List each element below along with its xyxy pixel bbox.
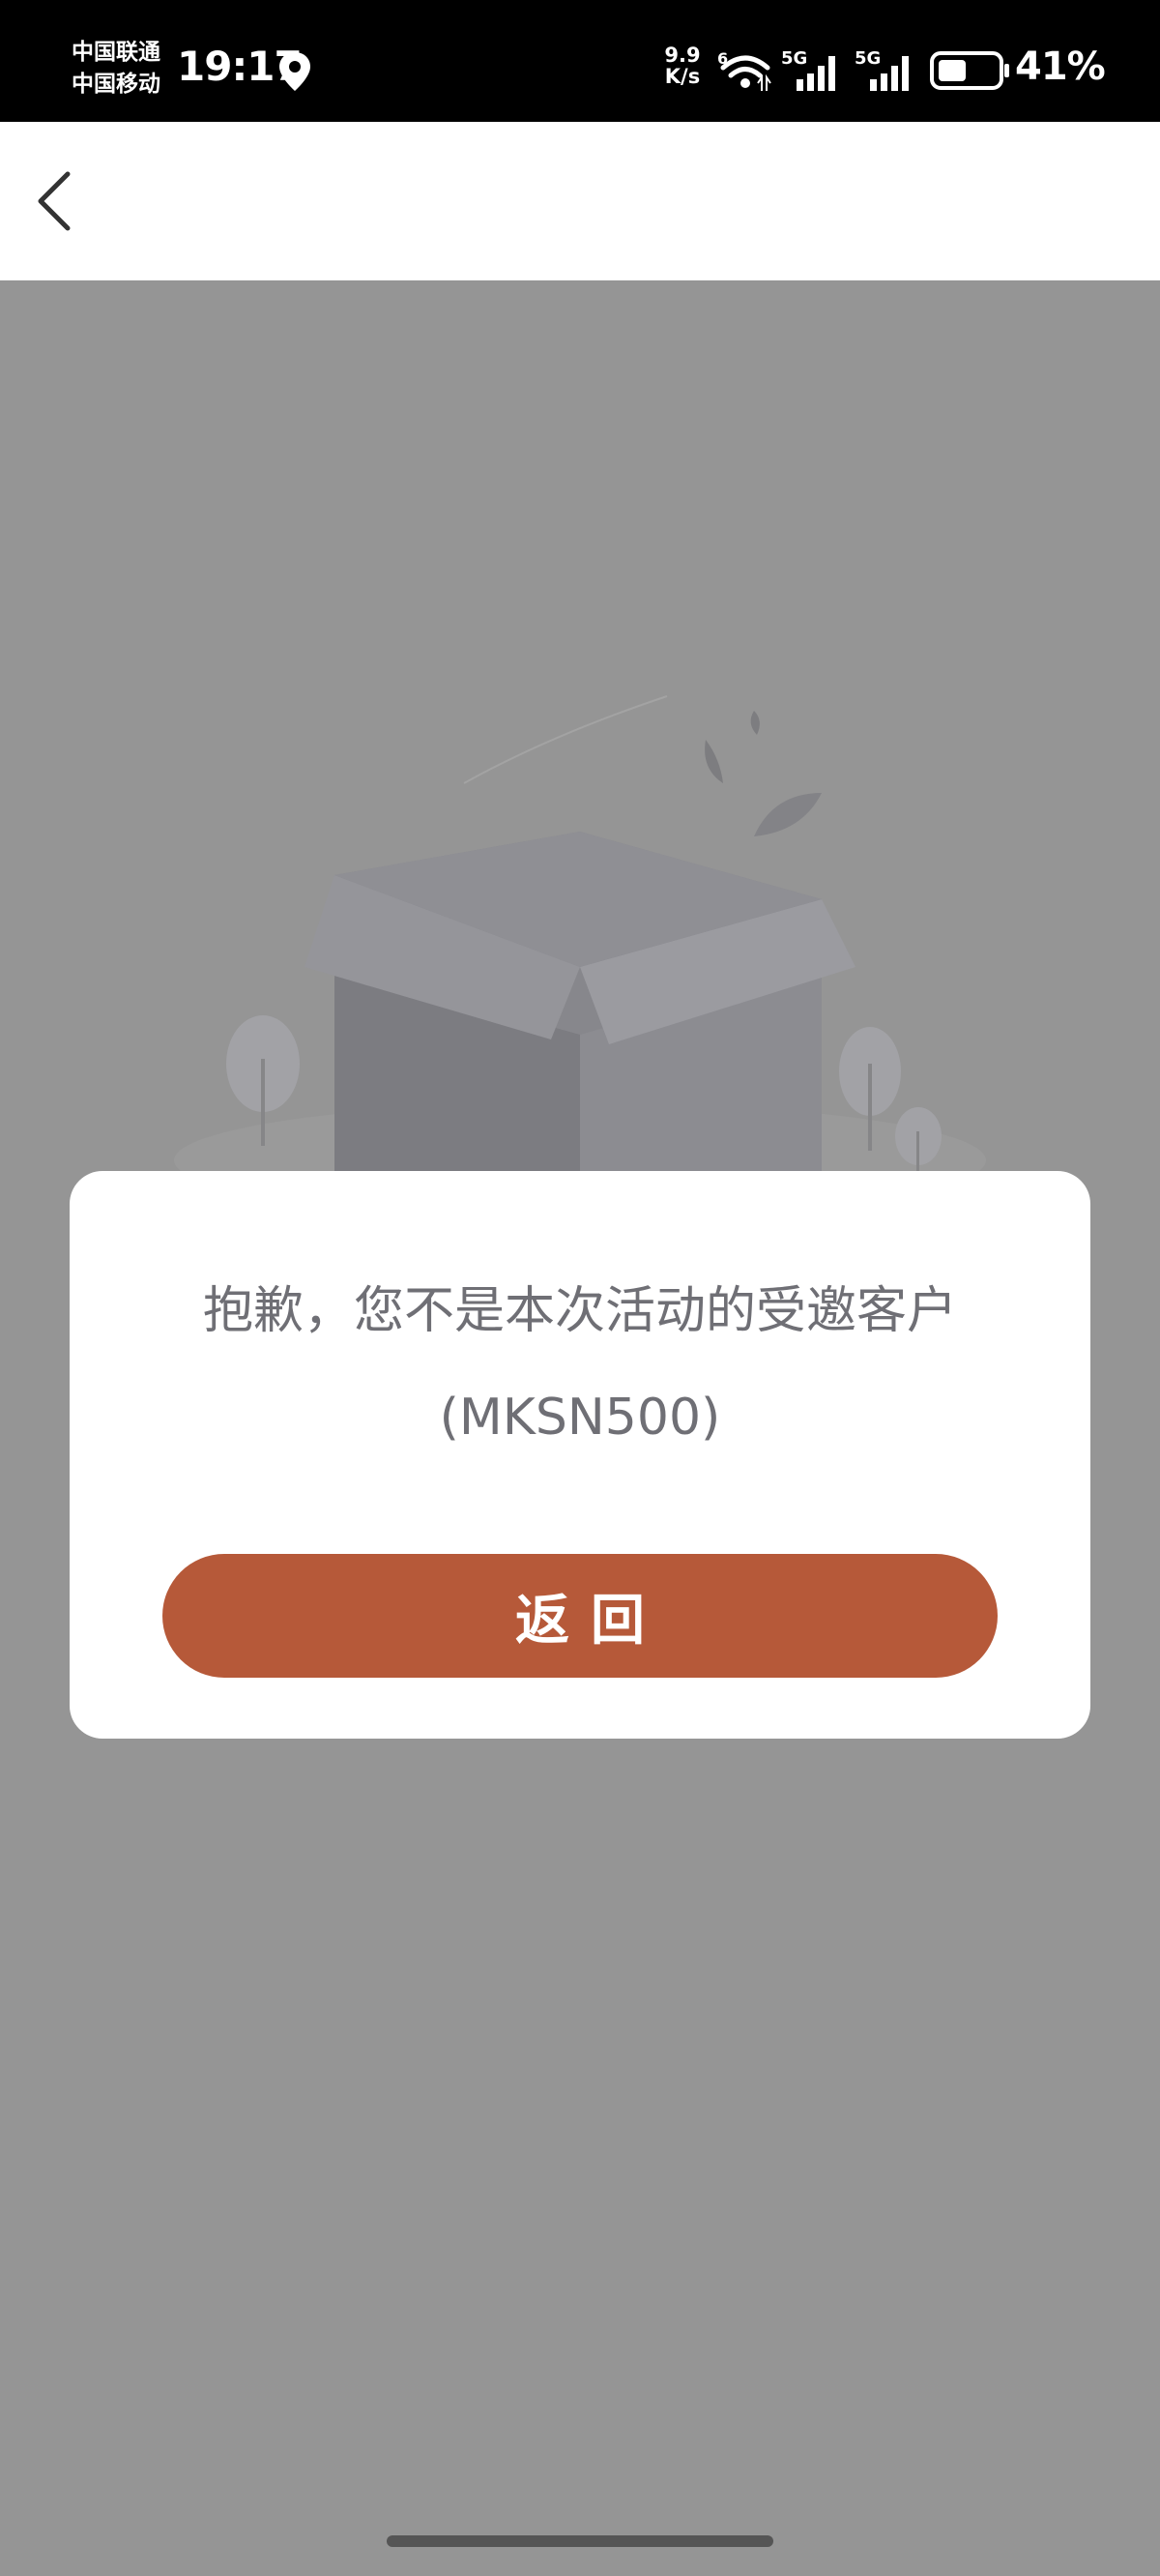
back-arrow-icon[interactable] [23, 162, 91, 240]
svg-text:5G: 5G [855, 48, 881, 69]
dialog-message-line-1: 抱歉，您不是本次活动的受邀客户 [202, 1282, 957, 1340]
carrier-1: 中国联通 [72, 40, 160, 65]
signal-5g-1-icon: 5G [781, 48, 835, 91]
carrier-2: 中国移动 [72, 72, 160, 97]
invite-error-dialog: 抱歉，您不是本次活动的受邀客户 (MKSN500) 返回 [70, 1171, 1090, 1739]
network-speed-value: 9.9 [664, 44, 701, 67]
location-icon [279, 52, 310, 91]
status-bar: 中国联通 中国移动 19:17 9.9 K/s 6 5G 5G 41% [0, 0, 1160, 122]
battery-percentage: 41% [1015, 44, 1106, 89]
svg-text:5G: 5G [781, 48, 807, 69]
return-button[interactable]: 返回 [162, 1554, 998, 1678]
dialog-message: 抱歉，您不是本次活动的受邀客户 (MKSN500) [70, 1258, 1090, 1471]
signal-5g-2-icon: 5G [855, 48, 909, 91]
wifi-icon: 6 [717, 49, 771, 91]
app-header [0, 122, 1160, 280]
dialog-error-code: (MKSN500) [439, 1389, 721, 1447]
battery-icon [930, 51, 1009, 90]
home-indicator[interactable] [387, 2535, 773, 2547]
network-speed-unit: K/s [664, 65, 701, 88]
carrier-names: 中国联通 中国移动 [72, 37, 160, 101]
network-speed: 9.9 K/s [661, 44, 704, 87]
empty-box-illustration [174, 695, 986, 1180]
